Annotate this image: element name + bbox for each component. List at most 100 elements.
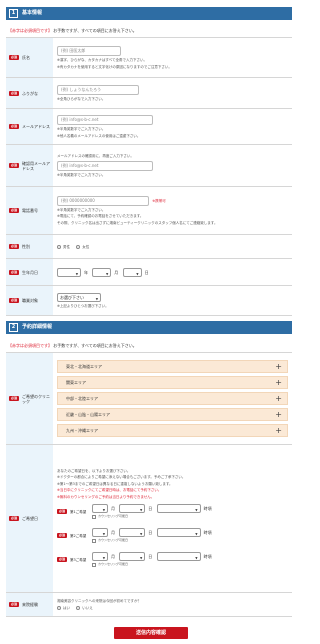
pref1-month-select[interactable]: ▼ [92,503,109,513]
row-email: 必須 メールアドレス (例) info@s-b-c.net ※半角英数字でご入力下… [6,108,292,145]
area-kinki-sanin-sanyo[interactable]: 近畿・山陰・山陽エリア + [57,408,288,421]
required-badge: 必須 [9,244,20,249]
month-unit: 月 [114,269,119,275]
dates-red-2: ※無料のカウンセリングのご予約は当日より予約できません。 [57,494,155,499]
row-clinic: 必須 ご希望のクリニック 東北・北海道エリア + 関東エリア + 中部・北陸エリア + … [6,352,292,445]
section-number: 1 [9,9,18,18]
email-confirm-hint-1: ※半角英数字でご入力下さい。 [57,172,106,177]
birthday-label: 生年月日 [22,269,39,275]
required-badge: 必須 [57,557,68,563]
plus-icon: + [275,361,282,371]
pref3-time-select[interactable]: ▼ [156,551,201,561]
pref1-counseling-checkbox[interactable]: カウンセリング可能日 [92,514,128,519]
occupation-label: 職業対象 [22,298,39,303]
gender-radio-male[interactable]: 男性 [57,245,70,249]
required-badge: 必須 [9,90,20,96]
dates-intro-3: ※第1～第3までのご希望日は異なる日に重複しないようお願い致します。 [57,481,173,486]
name-hint-1: ※漢字、ひらがな、カタカナはすべて全角で入力下さい。 [57,58,148,63]
row-occupation: 必須 職業対象 お選び下さい ▼ ※上記よりひとつお選び下さい。 [6,285,292,316]
required-badge: 必須 [9,269,20,275]
plus-icon: + [275,377,282,387]
visit-question: 湘南美容クリニックへの来院は今回が初めてですか？ [57,598,141,603]
required-badge: 必須 [9,208,20,213]
pref3-counseling-checkbox[interactable]: カウンセリング可能日 [92,562,128,567]
pref1-day-select[interactable]: ▼ [119,503,146,513]
row-phone: 必須 電話番号 (例) 0000000000 ※携帯可 ※半角英数字でご入力下さい… [6,186,292,235]
area-kyushu-okinawa[interactable]: 九州・沖縄エリア + [57,424,288,437]
required-badge: 必須 [9,396,20,401]
pref3-month-select[interactable]: ▼ [92,551,109,561]
section-header-basic: 1 基本情報 [6,7,292,20]
year-unit: 年 [84,269,88,275]
visit-radio-no[interactable]: いいえ [76,606,93,611]
plus-icon: + [275,409,282,419]
dates-intro-1: あなたのご希望日を、以下よりお選び下さい。 [57,469,131,474]
name-hint-2: ※有カタカナを使用すると文字化けの原因になりますのでご注意下さい。 [57,64,172,69]
phone-label: 電話番号 [22,208,39,213]
furigana-label: ふりがな [22,90,39,96]
row-visit: 必須 来院経験 湘南美容クリニックへの来院は今回が初めてですか？ はい いいえ [6,592,292,617]
birth-day-select[interactable]: ▼ [122,267,142,277]
required-badge: 必須 [9,298,20,303]
confirm-submit-button[interactable]: 送信内容確認 [114,627,188,639]
visit-label: 来院経験 [22,602,39,607]
phone-mobile-ok: ※携帯可 [152,198,166,203]
pref3-day-select[interactable]: ▼ [119,551,146,561]
required-note-2: 【赤字は必須項目です】 お手数ですが、すべての項目にお答え下さい。 [8,343,137,348]
area-kanto[interactable]: 関東エリア + [57,376,288,389]
required-badge: 必須 [9,55,20,60]
area-tohoku-hokkaido[interactable]: 東北・北海道エリア + [57,360,288,373]
phone-hint-3: その際、クリニック名は出さずに湘南ビューティークリニックのスタッフ個人名にてご連… [57,220,218,225]
preference-row-2: 必須 第2ご希望 ▼ 月 ▼ 日 ▼ 時頃 カウンセリング可能日 [57,527,212,543]
name-input[interactable]: (例) 田医太郎 [57,46,121,57]
required-badge: 必須 [9,516,20,521]
preference-row-1: 必須 第1ご希望 ▼ 月 ▼ 日 ▼ 時頃 カウンセリング可能日 [57,503,212,519]
required-badge: 必須 [57,509,68,515]
email-confirm-input[interactable]: (例) info@s-b-c.net [57,160,153,171]
section-title: 基本情報 [22,10,43,17]
furigana-input[interactable]: (例) しょうなんたろう [57,84,139,95]
reservation-form: 必須 ご希望のクリニック 東北・北海道エリア + 関東エリア + 中部・北陸エリア + … [6,352,292,617]
email-label: メールアドレス [22,124,51,129]
pref1-time-select[interactable]: ▼ [156,503,201,513]
row-name: 必須 氏名 (例) 田医太郎 ※漢字、ひらがな、カタカナはすべて全角で入力下さい。… [6,37,292,78]
required-badge: 必須 [9,602,20,607]
name-label: 氏名 [22,55,31,60]
birth-month-select[interactable]: ▼ [92,267,112,277]
phone-input[interactable]: (例) 0000000000 [57,195,149,206]
row-birthday: 必須 生年月日 ▼ 年 ▼ 月 ▼ 日 [6,258,292,286]
section-title: 予約詳細情報 [22,324,53,331]
area-chubu-hokuriku[interactable]: 中部・北陸エリア + [57,392,288,405]
email-hint-1: ※半角英数字でご入力下さい。 [57,127,106,132]
gender-label: 性別 [22,244,31,249]
row-email-confirm: 必須 確認用メールアドレス メールアドレスの確認用に、再度ご入力下さい。 (例) … [6,144,292,187]
section-header-reservation: 2 予約詳細情報 [6,321,292,334]
plus-icon: + [275,425,282,435]
furigana-hint-1: ※全角ひらがなで入力下さい。 [57,96,106,101]
visit-radio-yes[interactable]: はい [57,606,70,611]
row-dates: 必須 ご希望日 あなたのご希望日を、以下よりお選び下さい。 ※ドクターの都合により… [6,444,292,593]
section-number: 2 [9,323,18,332]
required-badge: 必須 [57,533,68,539]
required-badge: 必須 [9,163,20,168]
row-gender: 必須 性別 男性 女性 [6,234,292,259]
day-unit: 日 [144,269,149,275]
email-input[interactable]: (例) info@s-b-c.net [57,115,153,126]
basic-info-form: 必須 氏名 (例) 田医太郎 ※漢字、ひらがな、カタカナはすべて全角で入力下さい。… [6,37,292,316]
clinic-label: ご希望のクリニック [22,393,51,404]
clinic-area-accordion: 東北・北海道エリア + 関東エリア + 中部・北陸エリア + 近畿・山陰・山陽エリア +… [57,360,288,437]
email-confirm-note: メールアドレスの確認用に、再度ご入力下さい。 [57,154,134,159]
pref2-month-select[interactable]: ▼ [92,527,109,537]
pref2-day-select[interactable]: ▼ [119,527,146,537]
birth-year-select[interactable]: ▼ [57,267,81,277]
pref2-time-select[interactable]: ▼ [156,527,201,537]
email-confirm-label: 確認用メールアドレス [22,160,51,171]
required-note: 【赤字は必須項目です】 お手数ですが、すべての項目にお答え下さい。 [8,28,137,33]
row-furigana: 必須 ふりがな (例) しょうなんたろう ※全角ひらがなで入力下さい。 [6,77,292,109]
dates-red-1: ※当日中にクリニックにてご希望日時は、お電話にて予約下さい。 [57,488,162,493]
email-hint-2: ※他人名義のメールアドレスの使用はご遠慮下さい。 [57,133,141,138]
pref2-counseling-checkbox[interactable]: カウンセリング可能日 [92,538,128,543]
dates-label: ご希望日 [22,516,39,521]
occupation-select[interactable]: お選び下さい ▼ [57,292,101,302]
gender-radio-female[interactable]: 女性 [76,245,89,249]
